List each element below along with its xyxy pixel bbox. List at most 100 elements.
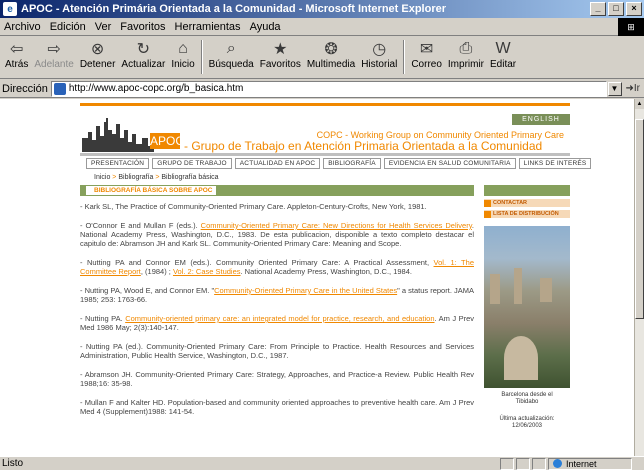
contact-link[interactable]: CONTACTAR — [484, 199, 570, 207]
site-nav: PRESENTACIÓN GRUPO DE TRABAJO ACTUALIDAD… — [80, 156, 592, 171]
apoc-brand: APOC — [150, 133, 185, 149]
stop-button[interactable]: ⊗ Detener — [80, 39, 116, 70]
home-button[interactable]: ⌂ Inicio — [171, 39, 194, 70]
status-bar: Listo Internet — [0, 456, 644, 470]
address-label: Dirección — [2, 82, 48, 95]
nav-evidencia[interactable]: EVIDENCIA EN SALUD COMUNITARIA — [383, 158, 516, 169]
menu-herramientas[interactable]: Herramientas — [175, 21, 241, 33]
globe-icon — [553, 459, 562, 468]
vertical-scrollbar[interactable]: ▲ — [634, 99, 644, 456]
mail-icon: ✉ — [419, 41, 434, 58]
search-icon: ⌕ — [226, 40, 236, 57]
nav-grupo-de-trabajo[interactable]: GRUPO DE TRABAJO — [152, 158, 232, 169]
address-input[interactable]: http://www.apoc-copc.org/b_basica.htm — [50, 80, 607, 97]
ie-app-icon: e — [3, 2, 17, 16]
nav-presentacion[interactable]: PRESENTACIÓN — [86, 158, 150, 169]
menu-ayuda[interactable]: Ayuda — [250, 21, 281, 33]
list-item: - Nutting PA and Connor EM (eds.). Commu… — [80, 258, 474, 276]
address-url: http://www.apoc-copc.org/b_basica.htm — [68, 83, 244, 94]
title-bar: e APOC - Atención Primária Orientada a l… — [0, 0, 644, 18]
maximize-button[interactable]: □ — [608, 2, 624, 16]
minimize-button[interactable]: _ — [590, 2, 606, 16]
breadcrumb-bibliografia[interactable]: Bibliografía — [118, 174, 153, 181]
list-item: - Nutting PA (ed.). Community-Oriented P… — [80, 342, 474, 360]
forward-icon: ⇨ — [47, 41, 61, 58]
menu-bar: Archivo Edición Ver Favoritos Herramient… — [0, 18, 644, 36]
media-icon: ❂ — [324, 41, 338, 58]
main-column: BIBLIOGRAFÍA BÁSICA SOBRE APOC - Kark SL… — [80, 185, 474, 430]
list-item: - O'Connor E and Mullan F (eds.). Commun… — [80, 221, 474, 248]
bullet-icon — [484, 210, 491, 218]
go-button[interactable]: ➜Ir — [626, 83, 641, 94]
nav-actualidad[interactable]: ACTUALIDAD EN APOC — [234, 158, 321, 169]
status-cell — [516, 457, 530, 470]
close-button[interactable]: × — [626, 2, 642, 16]
city-skyline-logo — [82, 118, 154, 152]
print-button[interactable]: ⎙ Imprimir — [448, 39, 484, 70]
refresh-icon: ↻ — [136, 41, 151, 58]
menu-archivo[interactable]: Archivo — [4, 21, 41, 33]
status-text: Listo — [2, 458, 24, 469]
section-title: BIBLIOGRAFÍA BÁSICA SOBRE APOC — [86, 186, 217, 195]
security-zone: Internet — [548, 457, 632, 470]
breadcrumb-inicio[interactable]: Inicio — [94, 174, 110, 181]
site-title: - Grupo de Trabajo en Atención Primaria … — [184, 139, 543, 153]
sidebar: CONTACTAR LISTA DE DISTRIBUCIÓN Barcelon… — [484, 185, 570, 430]
toolbar-separator — [403, 40, 406, 74]
site-header: APOC ENGLISH COPC - Working Group on Com… — [80, 106, 570, 153]
breadcrumb-current: Bibliografía básica — [161, 174, 219, 181]
photo-caption: Barcelona desde el Tibidabo — [501, 392, 553, 405]
mail-button[interactable]: ✉ Correo — [411, 39, 442, 70]
entry-link[interactable]: Vol. 2: Case Studies — [173, 267, 241, 276]
toolbar: ⇦ Atrás ⇨ Adelante ⊗ Detener ↻ Actualizar ⌂ I… — [0, 37, 644, 79]
edit-icon: W — [495, 40, 511, 57]
edit-button[interactable]: W Editar — [490, 39, 516, 70]
address-bar: Dirección http://www.apoc-copc.org/b_bas… — [0, 80, 644, 98]
menu-edicion[interactable]: Edición — [50, 21, 86, 33]
web-page: APOC ENGLISH COPC - Working Group on Com… — [80, 103, 592, 430]
back-button[interactable]: ⇦ Atrás — [5, 39, 28, 70]
media-button[interactable]: ❂ Multimedia — [307, 39, 355, 70]
favorites-button[interactable]: ★ Favoritos — [260, 39, 301, 70]
windows-logo-icon: ⊞ — [618, 18, 644, 36]
bibliography-list: - Kark SL, The Practice of Community-Ori… — [80, 196, 474, 416]
entry-link[interactable]: Community-oriented primary care: an inte… — [125, 314, 434, 323]
list-item: - Mullan F and Kalter HD. Population-bas… — [80, 398, 474, 416]
home-icon: ⌂ — [178, 40, 188, 57]
window-title: APOC - Atención Primária Orientada a la … — [21, 3, 446, 15]
favorites-icon: ★ — [273, 41, 288, 58]
browser-viewport: APOC ENGLISH COPC - Working Group on Com… — [0, 99, 634, 456]
print-icon: ⎙ — [459, 40, 473, 57]
english-button[interactable]: ENGLISH — [512, 114, 570, 125]
menu-ver[interactable]: Ver — [95, 21, 112, 33]
status-cell — [532, 457, 546, 470]
toolbar-separator — [200, 40, 203, 74]
last-updated: Última actualización: 12/06/2003 — [499, 416, 555, 429]
address-dropdown-button[interactable]: ▼ — [607, 81, 622, 96]
stop-icon: ⊗ — [90, 41, 105, 58]
entry-link[interactable]: Community-Oriented Primary Care in the U… — [214, 286, 397, 295]
scroll-thumb[interactable] — [635, 119, 644, 319]
page-icon — [53, 82, 66, 95]
back-icon: ⇦ — [9, 41, 24, 58]
search-button[interactable]: ⌕ Búsqueda — [209, 39, 254, 70]
scroll-up-icon[interactable]: ▲ — [635, 99, 644, 109]
list-item: - Kark SL, The Practice of Community-Ori… — [80, 202, 427, 211]
tibidabo-church-shape — [504, 336, 538, 380]
refresh-button[interactable]: ↻ Actualizar — [121, 39, 165, 70]
sidebar-header — [484, 185, 570, 196]
nav-links[interactable]: LINKS DE INTERÉS — [518, 158, 592, 169]
entry-link[interactable]: Community-Oriented Primary Care: New Dir… — [201, 221, 472, 230]
history-button[interactable]: ◷ Historial — [361, 39, 397, 70]
list-item: - Nutting PA. Community-oriented primary… — [80, 314, 475, 332]
history-icon: ◷ — [372, 41, 387, 58]
list-item: - Abramson JH. Community-Oriented Primar… — [80, 370, 474, 388]
forward-button[interactable]: ⇨ Adelante — [34, 39, 73, 70]
nav-bibliografia[interactable]: BIBLIOGRAFÍA — [323, 158, 381, 169]
menu-favoritos[interactable]: Favoritos — [120, 21, 165, 33]
status-cell — [500, 457, 514, 470]
mailing-list-link[interactable]: LISTA DE DISTRIBUCIÓN — [484, 210, 570, 218]
breadcrumb: Inicio > Bibliografía > Bibliografía bás… — [94, 174, 219, 181]
content-row: BIBLIOGRAFÍA BÁSICA SOBRE APOC - Kark SL… — [80, 185, 570, 430]
list-item: - Nutting PA, Wood E, and Connor EM. "Co… — [80, 286, 474, 304]
